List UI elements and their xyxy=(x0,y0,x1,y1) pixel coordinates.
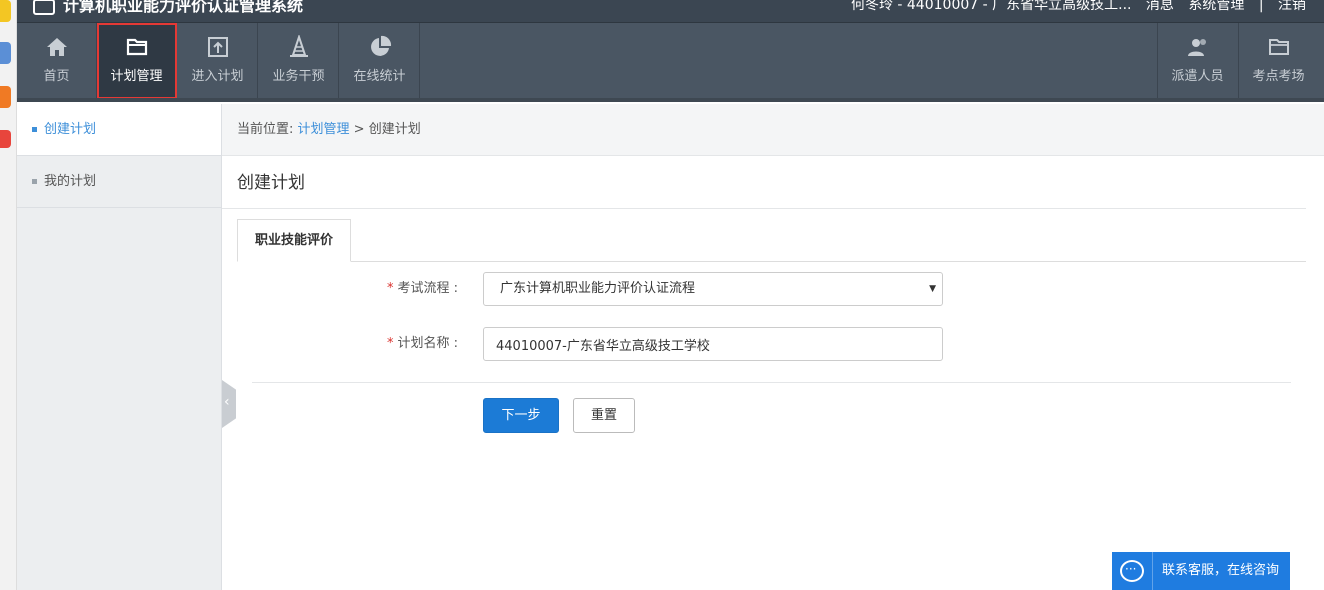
folder-icon xyxy=(126,38,147,56)
sidebar-item-label: 我的计划 xyxy=(44,174,97,189)
nav-item-label: 考点考场 xyxy=(1252,69,1305,84)
users-icon xyxy=(1187,39,1206,56)
form-divider xyxy=(252,382,1291,383)
nav-item-home[interactable]: 首页 xyxy=(17,23,97,99)
customer-service-chat[interactable]: 联系客服，在线咨询 xyxy=(1112,550,1290,590)
plan-name-label-text: 计划名称 : xyxy=(397,336,458,351)
enter-icon xyxy=(207,37,228,57)
nav-item-exam-sites[interactable]: 考点考场 xyxy=(1238,23,1318,99)
exam-process-selected-value: 广东计算机职业能力评价认证流程 xyxy=(500,281,696,296)
desktop-app-icon[interactable] xyxy=(0,42,11,64)
breadcrumb-prefix: 当前位置: xyxy=(237,122,298,137)
desktop-edge xyxy=(0,0,17,590)
chevron-left-icon: ‹ xyxy=(224,394,230,410)
nav-item-dispatch-staff[interactable]: 派遣人员 xyxy=(1157,23,1237,99)
tab-bar: 职业技能评价 xyxy=(237,219,1306,262)
nav-item-label: 进入计划 xyxy=(191,69,244,84)
logout-link[interactable]: 注销 xyxy=(1278,0,1306,13)
header-separator: | xyxy=(1258,0,1264,13)
cone-icon xyxy=(289,35,308,57)
page-title: 创建计划 xyxy=(222,157,1306,209)
bullet-icon xyxy=(32,179,37,184)
pie-chart-icon xyxy=(370,35,391,56)
required-marker: * xyxy=(386,281,394,296)
form-row-exam-process: * 考试流程 : 广东计算机职业能力评价认证流程 ▼ xyxy=(222,272,1306,306)
nav-item-label: 在线统计 xyxy=(353,69,406,84)
messages-link[interactable]: 消息 xyxy=(1146,0,1174,13)
nav-item-label: 派遣人员 xyxy=(1171,69,1224,84)
app-logo-icon xyxy=(33,0,55,15)
form-row-plan-name: * 计划名称 : xyxy=(222,327,1306,361)
nav-item-label: 业务干预 xyxy=(272,69,325,84)
nav-item-business-intervention[interactable]: 业务干预 xyxy=(259,23,339,99)
sidebar-item-label: 创建计划 xyxy=(44,122,97,137)
caret-down-icon: ▼ xyxy=(929,284,936,294)
sidebar-item-my-plans[interactable]: 我的计划 xyxy=(17,156,221,208)
sidebar-item-create-plan[interactable]: 创建计划 xyxy=(17,104,221,156)
chat-divider xyxy=(1152,552,1153,590)
folder-icon xyxy=(1268,39,1289,55)
desktop-app-icon[interactable] xyxy=(0,130,11,148)
nav-item-enter-plan[interactable]: 进入计划 xyxy=(178,23,258,99)
reset-button[interactable]: 重置 xyxy=(573,398,635,433)
main-nav: 首页 计划管理 进入计划 业务干预 在线统计 派遣人员 考点考场 xyxy=(17,22,1324,102)
nav-item-label: 计划管理 xyxy=(110,69,163,84)
breadcrumb-link-plan-management[interactable]: 计划管理 xyxy=(298,122,350,137)
header-right: 何冬玲 - 44010007 - 广东省华立高级技工... 消息 系统管理 | … xyxy=(841,0,1306,14)
tab-vocational-skill-evaluation[interactable]: 职业技能评价 xyxy=(237,219,351,262)
sidebar: 创建计划 我的计划 xyxy=(17,104,222,590)
nav-item-label: 首页 xyxy=(43,69,70,84)
user-info: 何冬玲 - 44010007 - 广东省华立高级技工... xyxy=(850,0,1132,13)
app-title-text: 计算机职业能力评价认证管理系统 xyxy=(63,0,304,15)
required-marker: * xyxy=(386,336,394,351)
next-step-button[interactable]: 下一步 xyxy=(483,398,559,433)
chat-bubble-icon xyxy=(1120,550,1144,588)
home-icon xyxy=(46,38,67,56)
plan-name-label: * 计划名称 : xyxy=(222,327,458,361)
chat-label: 联系客服，在线咨询 xyxy=(1162,563,1280,578)
breadcrumb-separator: > xyxy=(349,122,369,137)
system-admin-link[interactable]: 系统管理 xyxy=(1188,0,1244,13)
app-title: 计算机职业能力评价认证管理系统 xyxy=(33,0,303,16)
desktop-app-icon[interactable] xyxy=(0,86,11,108)
breadcrumb-current: 创建计划 xyxy=(368,122,421,137)
sidebar-collapse-toggle[interactable]: ‹ xyxy=(222,380,236,428)
exam-process-select[interactable]: 广东计算机职业能力评价认证流程 ▼ xyxy=(483,272,943,306)
exam-process-label: * 考试流程 : xyxy=(222,272,458,306)
breadcrumb: 当前位置: 计划管理 > 创建计划 xyxy=(222,104,1324,156)
nav-item-plan-management[interactable]: 计划管理 xyxy=(97,23,177,99)
exam-process-label-text: 考试流程 : xyxy=(397,281,458,296)
desktop-app-icon[interactable] xyxy=(0,0,11,22)
plan-name-input[interactable] xyxy=(483,327,943,361)
nav-item-online-stats[interactable]: 在线统计 xyxy=(340,23,420,99)
app-header: 计算机职业能力评价认证管理系统 何冬玲 - 44010007 - 广东省华立高级… xyxy=(17,0,1324,22)
bullet-icon xyxy=(32,127,37,132)
